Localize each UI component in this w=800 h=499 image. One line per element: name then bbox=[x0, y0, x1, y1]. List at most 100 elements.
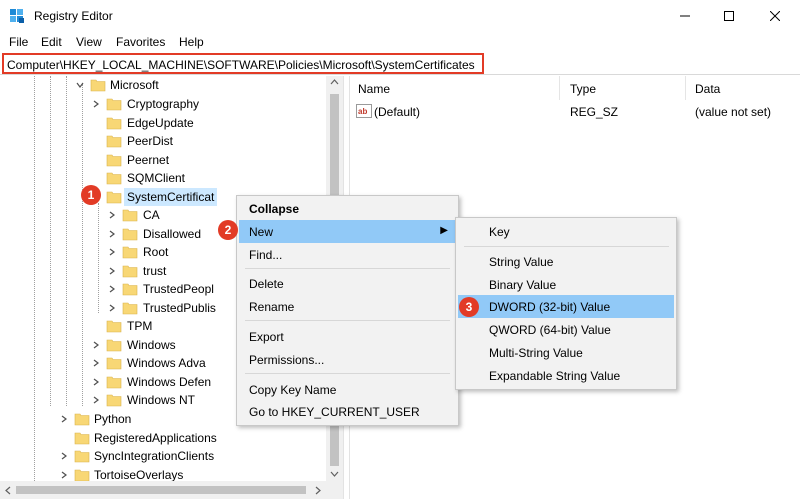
tree-item-label: EdgeUpdate bbox=[127, 116, 194, 130]
menu-item-export[interactable]: Export bbox=[239, 325, 456, 348]
menu-edit[interactable]: Edit bbox=[41, 35, 62, 49]
folder-open-icon bbox=[90, 79, 106, 92]
chevron-right-icon[interactable] bbox=[92, 341, 100, 349]
chevron-right-icon[interactable] bbox=[108, 230, 116, 238]
menu-item-copy-key-name[interactable]: Copy Key Name bbox=[239, 378, 456, 401]
submenu-item-qword-value[interactable]: QWORD (64-bit) Value bbox=[458, 318, 674, 341]
folder-icon bbox=[106, 154, 122, 167]
scroll-down-icon[interactable] bbox=[330, 471, 339, 477]
menu-item-rename[interactable]: Rename bbox=[239, 295, 456, 318]
folder-icon bbox=[106, 376, 122, 389]
value-data: (value not set) bbox=[695, 105, 772, 119]
folder-icon bbox=[106, 357, 122, 370]
chevron-right-icon: ▶ bbox=[440, 225, 448, 236]
submenu-item-multi-string-value[interactable]: Multi-String Value bbox=[458, 341, 674, 364]
folder-icon bbox=[74, 432, 90, 445]
chevron-right-icon[interactable] bbox=[60, 415, 68, 423]
value-name: (Default) bbox=[374, 105, 421, 119]
tree-item-edgeupdate[interactable]: EdgeUpdate bbox=[0, 114, 326, 132]
menu-item-new[interactable]: New ▶ bbox=[239, 220, 456, 243]
chevron-right-icon[interactable] bbox=[108, 285, 116, 293]
tree-item-peerdist[interactable]: PeerDist bbox=[0, 132, 326, 150]
window-title: Registry Editor bbox=[34, 9, 113, 23]
tree-item-peernet[interactable]: Peernet bbox=[0, 151, 326, 169]
svg-text:ab: ab bbox=[358, 107, 367, 116]
step-badge-2: 2 bbox=[218, 220, 238, 240]
folder-icon bbox=[122, 228, 138, 241]
menu-item-delete[interactable]: Delete bbox=[239, 272, 456, 295]
submenu-item-expandable-string-value[interactable]: Expandable String Value bbox=[458, 364, 674, 387]
chevron-right-icon[interactable] bbox=[92, 100, 100, 108]
column-header-name[interactable]: Name bbox=[350, 76, 560, 100]
tree-item-label: TPM bbox=[127, 319, 153, 333]
address-divider bbox=[0, 74, 800, 75]
folder-open-icon bbox=[106, 191, 122, 204]
tree-item-cryptography[interactable]: Cryptography bbox=[0, 95, 326, 113]
menu-item-go-to-hkcu[interactable]: Go to HKEY_CURRENT_USER bbox=[239, 400, 456, 423]
tree-item-label: SystemCertificat bbox=[124, 188, 218, 206]
folder-icon bbox=[106, 394, 122, 407]
tree-item-syncintegrationclients[interactable]: SyncIntegrationClients bbox=[0, 447, 326, 465]
folder-icon bbox=[122, 302, 138, 315]
value-type: REG_SZ bbox=[570, 105, 619, 119]
tree-item-label: Windows NT bbox=[127, 393, 196, 407]
menu-item-permissions[interactable]: Permissions... bbox=[239, 348, 456, 371]
menu-separator bbox=[245, 268, 450, 269]
chevron-right-icon[interactable] bbox=[60, 471, 68, 479]
step-badge-3: 3 bbox=[459, 297, 479, 317]
scroll-left-icon[interactable] bbox=[5, 486, 11, 495]
maximize-button[interactable] bbox=[706, 0, 752, 32]
scroll-thumb[interactable] bbox=[16, 486, 306, 494]
chevron-right-icon[interactable] bbox=[108, 248, 116, 256]
tree-horizontal-scrollbar[interactable] bbox=[0, 481, 343, 499]
menu-view[interactable]: View bbox=[76, 35, 102, 49]
menu-help[interactable]: Help bbox=[179, 35, 204, 49]
menu-favorites[interactable]: Favorites bbox=[116, 35, 165, 49]
tree-item-sqmclient[interactable]: SQMClient bbox=[0, 169, 326, 187]
chevron-right-icon[interactable] bbox=[92, 378, 100, 386]
chevron-right-icon[interactable] bbox=[60, 452, 68, 460]
minimize-button[interactable] bbox=[662, 0, 708, 32]
tree-item-label: SyncIntegrationClients bbox=[94, 449, 215, 463]
menu-file[interactable]: File bbox=[9, 35, 28, 49]
chevron-down-icon[interactable] bbox=[76, 81, 84, 89]
folder-icon bbox=[106, 320, 122, 333]
maximize-icon bbox=[724, 11, 734, 21]
tree-item-label: Windows bbox=[127, 338, 176, 352]
close-button[interactable] bbox=[752, 0, 798, 32]
context-menu: Collapse New ▶ Find... Delete Rename Exp… bbox=[236, 195, 459, 426]
menu-item-find[interactable]: Find... bbox=[239, 243, 456, 266]
chevron-right-icon[interactable] bbox=[92, 359, 100, 367]
column-header-type[interactable]: Type bbox=[562, 76, 686, 100]
address-bar[interactable]: Computer\HKEY_LOCAL_MACHINE\SOFTWARE\Pol… bbox=[2, 53, 484, 74]
menu-item-label: New bbox=[249, 225, 274, 239]
folder-icon bbox=[106, 117, 122, 130]
tree-item-label: Peernet bbox=[127, 153, 170, 167]
menu-item-collapse[interactable]: Collapse bbox=[239, 197, 456, 220]
tree-item-label: Python bbox=[94, 412, 132, 426]
minimize-icon bbox=[680, 15, 690, 17]
chevron-right-icon[interactable] bbox=[108, 304, 116, 312]
tree-item-label: PeerDist bbox=[127, 134, 174, 148]
chevron-right-icon[interactable] bbox=[108, 267, 116, 275]
registry-editor-icon bbox=[10, 9, 24, 23]
scroll-right-icon[interactable] bbox=[315, 486, 321, 495]
scroll-up-icon[interactable] bbox=[330, 79, 339, 85]
folder-icon bbox=[74, 413, 90, 426]
tree-item-label: trust bbox=[143, 264, 167, 278]
folder-icon bbox=[106, 135, 122, 148]
step-badge-1: 1 bbox=[81, 185, 101, 205]
tree-item-registeredapplications[interactable]: RegisteredApplications bbox=[0, 429, 326, 447]
submenu-item-key[interactable]: Key bbox=[458, 220, 674, 243]
table-row[interactable]: ab (Default) REG_SZ (value not set) bbox=[350, 103, 800, 121]
column-header-data[interactable]: Data bbox=[687, 76, 800, 100]
chevron-right-icon[interactable] bbox=[92, 396, 100, 404]
submenu-item-dword-value[interactable]: DWORD (32-bit) Value bbox=[458, 295, 674, 318]
folder-icon bbox=[106, 98, 122, 111]
submenu-item-binary-value[interactable]: Binary Value bbox=[458, 273, 674, 296]
tree-item-label: Disallowed bbox=[143, 227, 202, 241]
string-value-icon: ab bbox=[356, 104, 372, 118]
submenu-item-string-value[interactable]: String Value bbox=[458, 250, 674, 273]
tree-item-microsoft[interactable]: Microsoft bbox=[0, 76, 326, 94]
chevron-right-icon[interactable] bbox=[108, 211, 116, 219]
